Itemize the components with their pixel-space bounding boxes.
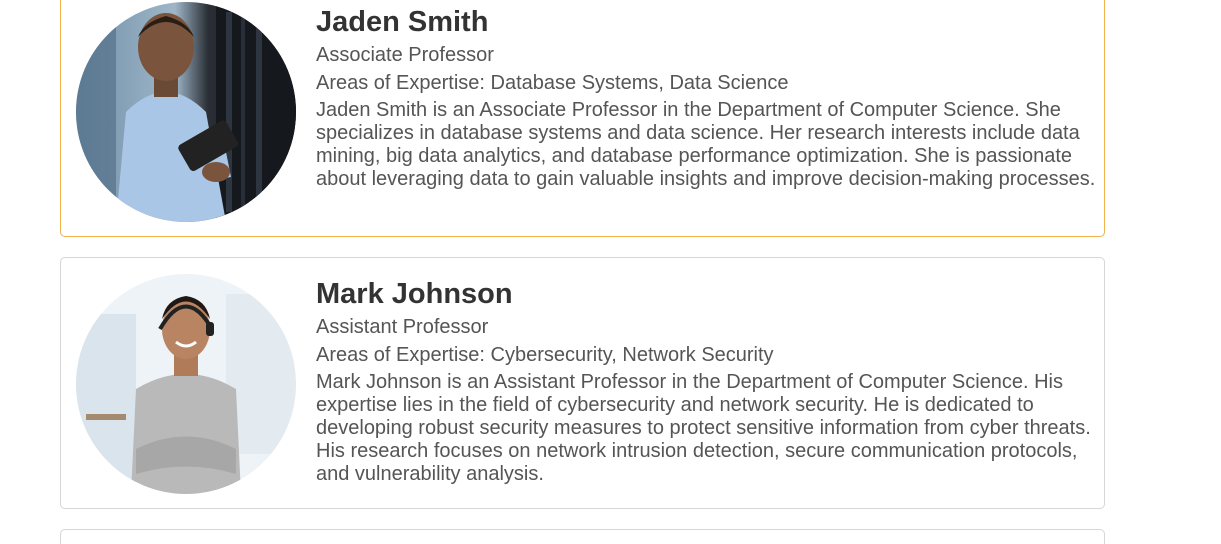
- faculty-name: Mark Johnson: [316, 278, 513, 310]
- faculty-bio: Jaden Smith is an Associate Professor in…: [316, 99, 1096, 190]
- faculty-card[interactable]: Jaden Smith Associate Professor Areas of…: [60, 0, 1105, 237]
- faculty-name: Jaden Smith: [316, 6, 489, 38]
- faculty-info: Jaden Smith Associate Professor Areas of…: [316, 5, 1096, 191]
- portrait-photo: [76, 2, 296, 222]
- faculty-bio: Mark Johnson is an Assistant Professor i…: [316, 371, 1091, 485]
- faculty-card[interactable]: [60, 529, 1105, 544]
- faculty-title: Assistant Professor: [316, 316, 489, 338]
- faculty-title: Associate Professor: [316, 44, 494, 66]
- faculty-expertise: Areas of Expertise: Database Systems, Da…: [316, 72, 789, 94]
- faculty-info: Mark Johnson Assistant Professor Areas o…: [316, 277, 1096, 486]
- faculty-expertise: Areas of Expertise: Cybersecurity, Netwo…: [316, 344, 774, 366]
- faculty-photo: [76, 274, 296, 494]
- faculty-list: Jaden Smith Associate Professor Areas of…: [0, 0, 1221, 544]
- faculty-photo: [76, 2, 296, 222]
- faculty-card[interactable]: Mark Johnson Assistant Professor Areas o…: [60, 257, 1105, 509]
- portrait-photo: [76, 274, 296, 494]
